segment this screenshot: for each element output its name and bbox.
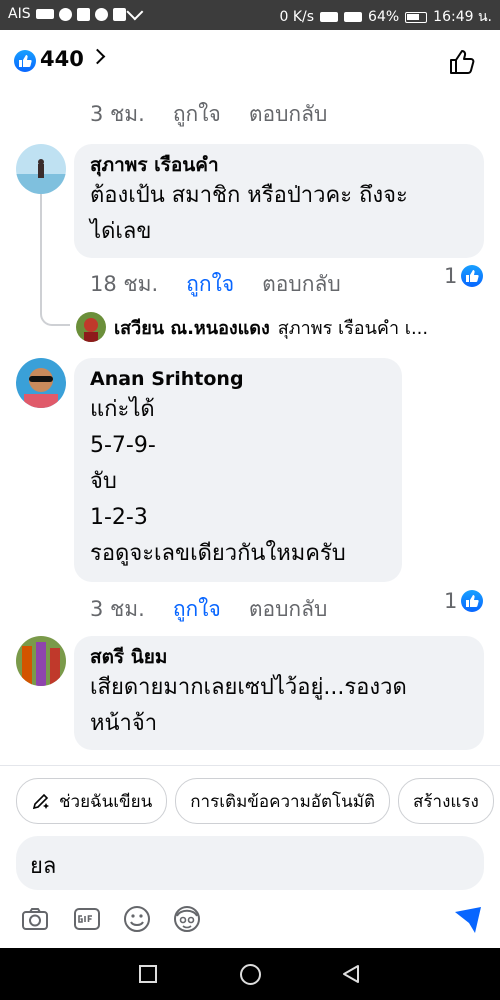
- chip-label: ช่วยฉันเขียน: [59, 791, 153, 812]
- comment-time: 18 ชม.: [90, 272, 159, 296]
- comment-bubble: สุภาพร เรือนคำ ต้องเป้น สมาชิก หรือป่าวค…: [74, 144, 484, 258]
- comment-line: หน้าจ้า: [90, 711, 158, 736]
- network-speed: 0 K/s: [279, 9, 315, 25]
- comment-line: เสียดายมากเลยเซปไว้อยู่...รองวด: [90, 675, 407, 700]
- carrier-label: AIS: [8, 6, 31, 22]
- reaction-number: 1: [444, 589, 458, 613]
- comment-actions: 3 ชม. ถูกใจ ตอบกลับ: [90, 593, 327, 626]
- like-link[interactable]: ถูกใจ: [173, 98, 221, 131]
- reply-author: เสวียน ณ.หนองแดง: [114, 317, 270, 339]
- battery-icon: [405, 11, 428, 23]
- comment-line: ได่เลข: [90, 219, 152, 244]
- reactions-header: 440: [0, 30, 500, 92]
- like-link[interactable]: ถูกใจ: [173, 593, 221, 626]
- comment-line: 5-7-9-: [90, 433, 156, 458]
- pencil-sparkle-icon: [32, 793, 49, 810]
- signal-icon: [344, 12, 363, 22]
- send-icon[interactable]: [452, 904, 484, 936]
- check-icon: [125, 3, 143, 21]
- gif-icon[interactable]: [72, 904, 102, 934]
- comment-actions: 3 ชม. ถูกใจ ตอบกลับ: [90, 98, 327, 131]
- like-outline-icon[interactable]: [448, 48, 476, 76]
- message-icon: [112, 7, 126, 21]
- comment-bubble: Anan Srihtong แก่ะได้ 5-7-9- จับ 1-2-3 ร…: [74, 358, 402, 582]
- comment-line: แก่ะได้: [90, 397, 155, 422]
- facebook-icon: [58, 7, 72, 21]
- ai-suggestion-chips: ช่วยฉันเขียน การเติมข้อความอัตโนมัติ สร้…: [16, 778, 494, 824]
- comment-time: 3 ชม.: [90, 597, 145, 621]
- like-reaction-icon: [461, 265, 484, 287]
- comment-line: รอดูจะเลขเดียวกันใหมครับ: [90, 541, 346, 566]
- comment-line: จับ: [90, 469, 117, 494]
- avatar: [76, 312, 106, 342]
- chip-label: สร้างแรง: [413, 791, 479, 812]
- battery-percent: 64%: [368, 9, 400, 25]
- thread-connector: [40, 194, 70, 326]
- like-count[interactable]: 440: [40, 47, 84, 71]
- reply-link[interactable]: ตอบกลับ: [249, 593, 328, 626]
- comment-author[interactable]: Anan Srihtong: [90, 366, 386, 392]
- comment-bubble: สตรี นิยม เสียดายมากเลยเซปไว้อยู่...รองว…: [74, 636, 484, 750]
- help-me-write-chip[interactable]: ช่วยฉันเขียน: [16, 778, 168, 824]
- reply-preview[interactable]: เสวียน ณ.หนองแดง สุภาพร เรือนคำ เ...: [76, 312, 428, 342]
- chip-label: การเติมข้อความอัตโนมัติ: [190, 791, 376, 812]
- back-button[interactable]: [340, 963, 362, 985]
- divider: [0, 765, 500, 766]
- messenger-icon: [94, 7, 108, 21]
- volte-icon: [35, 9, 54, 19]
- like-reaction-icon: [461, 590, 484, 612]
- reply-link[interactable]: ตอบกลับ: [249, 98, 328, 131]
- comment-input[interactable]: ยล: [16, 836, 484, 890]
- home-button[interactable]: [240, 964, 261, 985]
- chevron-right-icon[interactable]: [89, 48, 106, 65]
- comment-line: 1-2-3: [90, 505, 148, 530]
- avatar[interactable]: [16, 636, 66, 686]
- autocomplete-chip[interactable]: การเติมข้อความอัตโนมัติ: [175, 778, 391, 824]
- reaction-count[interactable]: 1: [444, 589, 484, 613]
- reply-snippet: สุภาพร เรือนคำ เ...: [277, 317, 429, 339]
- comment-time: 3 ชม.: [90, 102, 145, 126]
- like-link[interactable]: ถูกใจ: [186, 268, 234, 301]
- comment-author[interactable]: สุภาพร เรือนคำ: [90, 152, 468, 178]
- clock: 16:49 น.: [433, 9, 492, 25]
- avatar[interactable]: [16, 358, 66, 408]
- reply-link[interactable]: ตอบกลับ: [262, 268, 341, 301]
- comment-actions: 18 ชม. ถูกใจ ตอบกลับ: [90, 268, 341, 301]
- avatar[interactable]: [16, 144, 66, 194]
- recents-button[interactable]: [139, 965, 157, 983]
- reaction-number: 1: [444, 264, 458, 288]
- gmail-icon: [76, 7, 90, 21]
- reaction-count[interactable]: 1: [444, 264, 484, 288]
- comment-line: ต้องเป้น สมาชิก หรือป่าวคะ ถึงจะ: [90, 183, 408, 208]
- comment-author[interactable]: สตรี นิยม: [90, 644, 468, 670]
- status-bar: AIS 0 K/s 64% 16:49 น.: [0, 0, 500, 30]
- avatar-sticker-icon[interactable]: [172, 904, 202, 934]
- vibrate-icon: [320, 12, 339, 22]
- create-chip[interactable]: สร้างแรง: [398, 778, 494, 824]
- android-nav-bar: [0, 948, 500, 1000]
- camera-icon[interactable]: [20, 904, 50, 934]
- emoji-icon[interactable]: [122, 904, 152, 934]
- like-reaction-icon: [14, 50, 36, 72]
